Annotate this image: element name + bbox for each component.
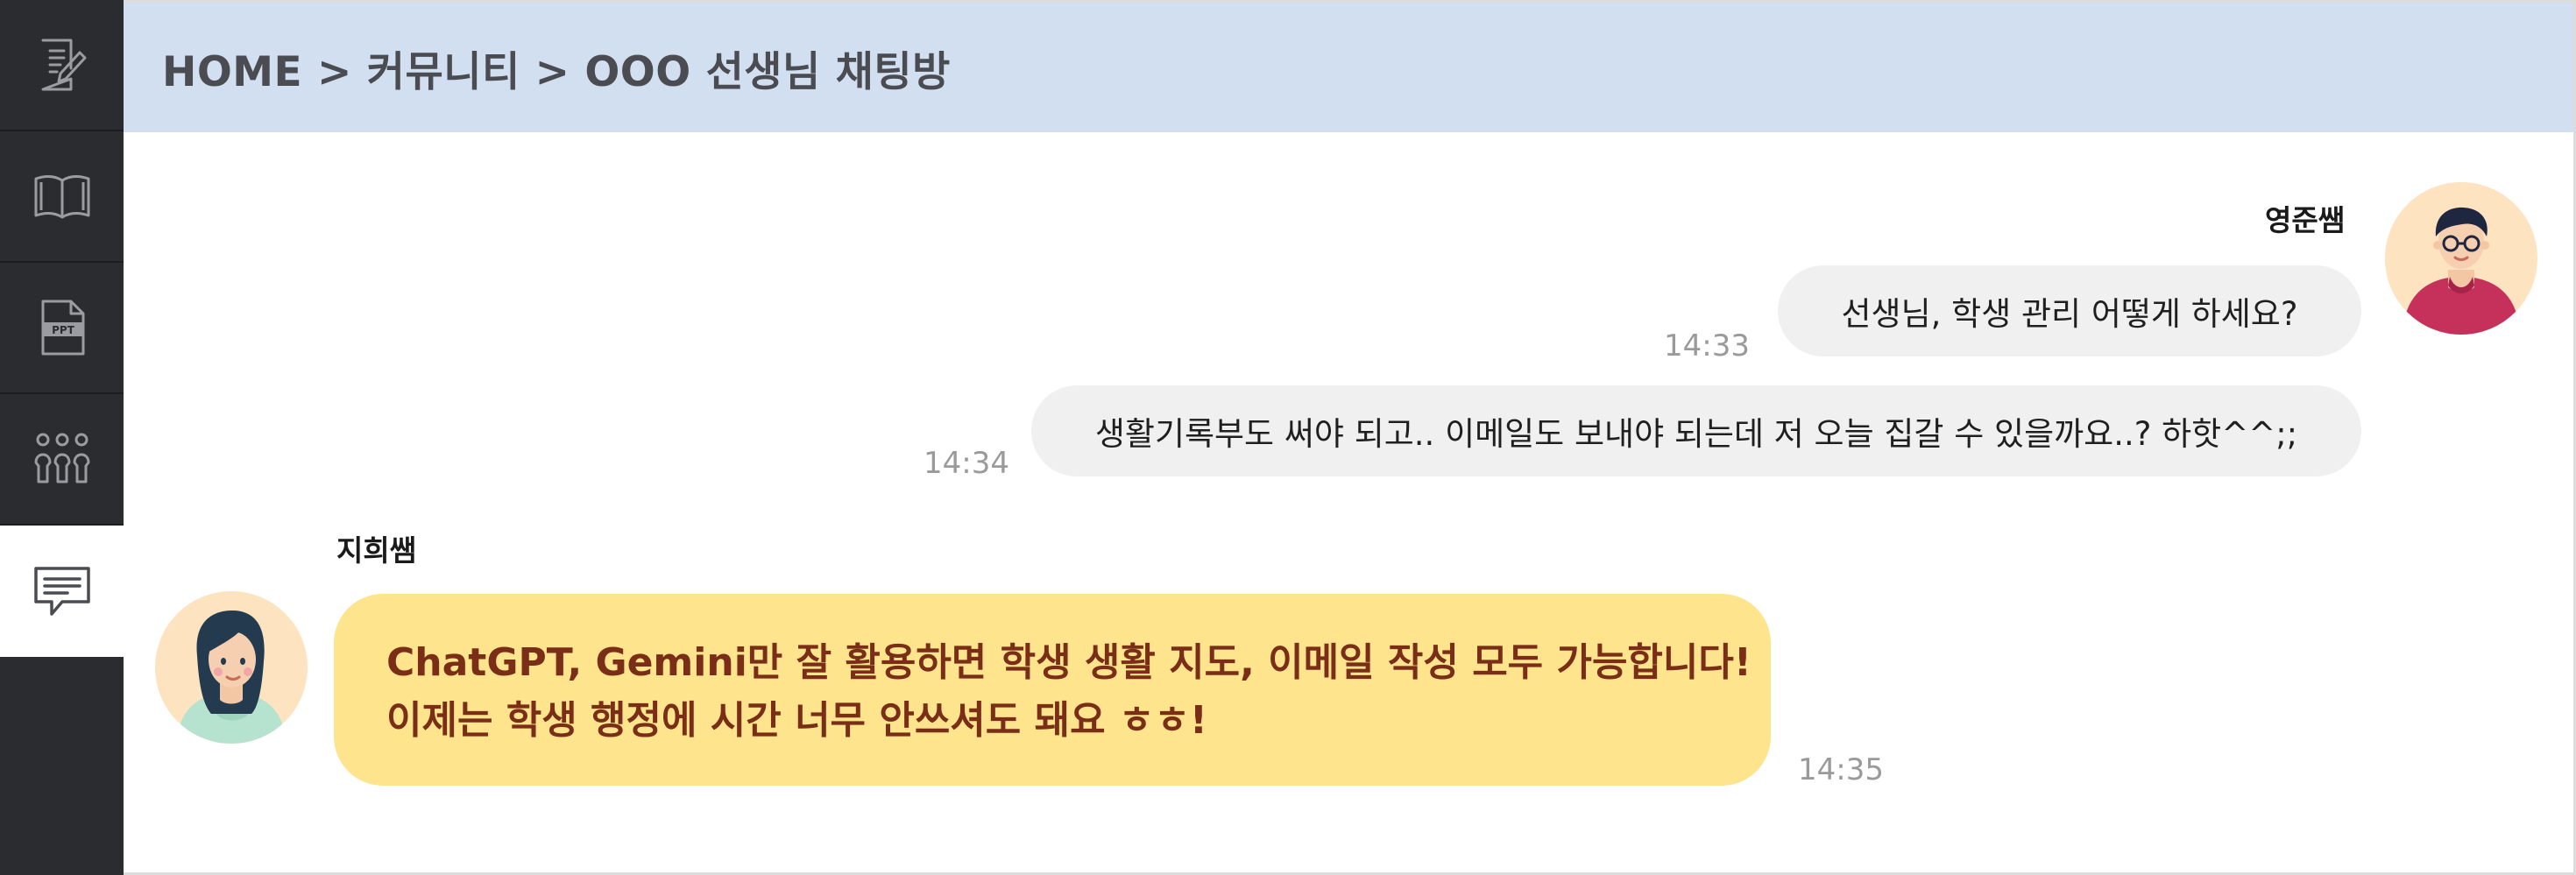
chat-icon bbox=[33, 567, 90, 616]
avatar-youngjun[interactable] bbox=[2385, 182, 2537, 335]
header-bar: HOME > 커뮤니티 > OOO 선생님 채팅방 bbox=[124, 3, 2573, 132]
sidebar-item-notes[interactable] bbox=[0, 0, 124, 131]
notes-icon bbox=[41, 39, 86, 91]
sender-name: 지희쌤 bbox=[336, 533, 417, 568]
chat-panel: HOME > 커뮤니티 > OOO 선생님 채팅방 영준쌤 선생님, 학생 관리 bbox=[124, 0, 2576, 875]
ppt-icon: PPT bbox=[41, 300, 84, 356]
message-text: 선생님, 학생 관리 어떻게 하세요? bbox=[1841, 295, 2298, 333]
female-teacher-avatar-icon bbox=[155, 591, 308, 744]
message-bubble[interactable]: 선생님, 학생 관리 어떻게 하세요? bbox=[1778, 265, 2361, 356]
highlighted-message-bubble[interactable]: ChatGPT, Gemini만 잘 활용하면 학생 생활 지도, 이메일 작성… bbox=[334, 594, 1771, 786]
svg-text:PPT: PPT bbox=[52, 324, 75, 336]
book-icon bbox=[34, 175, 89, 219]
community-icon bbox=[34, 433, 89, 483]
sidebar-item-community[interactable] bbox=[0, 394, 124, 526]
message-time: 14:33 bbox=[1664, 328, 1750, 363]
app-window: PPT HOME > 커뮤니티 > OOO 선생님 채팅방 영준쌤 선생님, 학… bbox=[0, 0, 2576, 875]
sidebar-item-book[interactable] bbox=[0, 131, 124, 263]
message-line: 이제는 학생 행정에 시간 너무 안쓰셔도 돼요 ㅎㅎ! bbox=[386, 698, 1207, 743]
sidebar: PPT bbox=[0, 0, 124, 875]
sidebar-item-chat[interactable] bbox=[0, 526, 124, 657]
avatar-jihee[interactable] bbox=[155, 591, 308, 744]
message-time: 14:35 bbox=[1798, 752, 1884, 787]
message-time: 14:34 bbox=[924, 446, 1009, 481]
message-line: ChatGPT, Gemini만 잘 활용하면 학생 생활 지도, 이메일 작성… bbox=[386, 640, 1752, 685]
sidebar-item-ppt[interactable]: PPT bbox=[0, 263, 124, 394]
male-teacher-avatar-icon bbox=[2385, 182, 2537, 335]
sender-name: 영준쌤 bbox=[2265, 203, 2346, 237]
message-bubble[interactable]: 생활기록부도 써야 되고.. 이메일도 보내야 되는데 저 오늘 집갈 수 있을… bbox=[1031, 385, 2361, 476]
message-text: 생활기록부도 써야 되고.. 이메일도 보내야 되는데 저 오늘 집갈 수 있을… bbox=[1094, 415, 2298, 453]
breadcrumb: HOME > 커뮤니티 > OOO 선생님 채팅방 bbox=[162, 47, 951, 96]
